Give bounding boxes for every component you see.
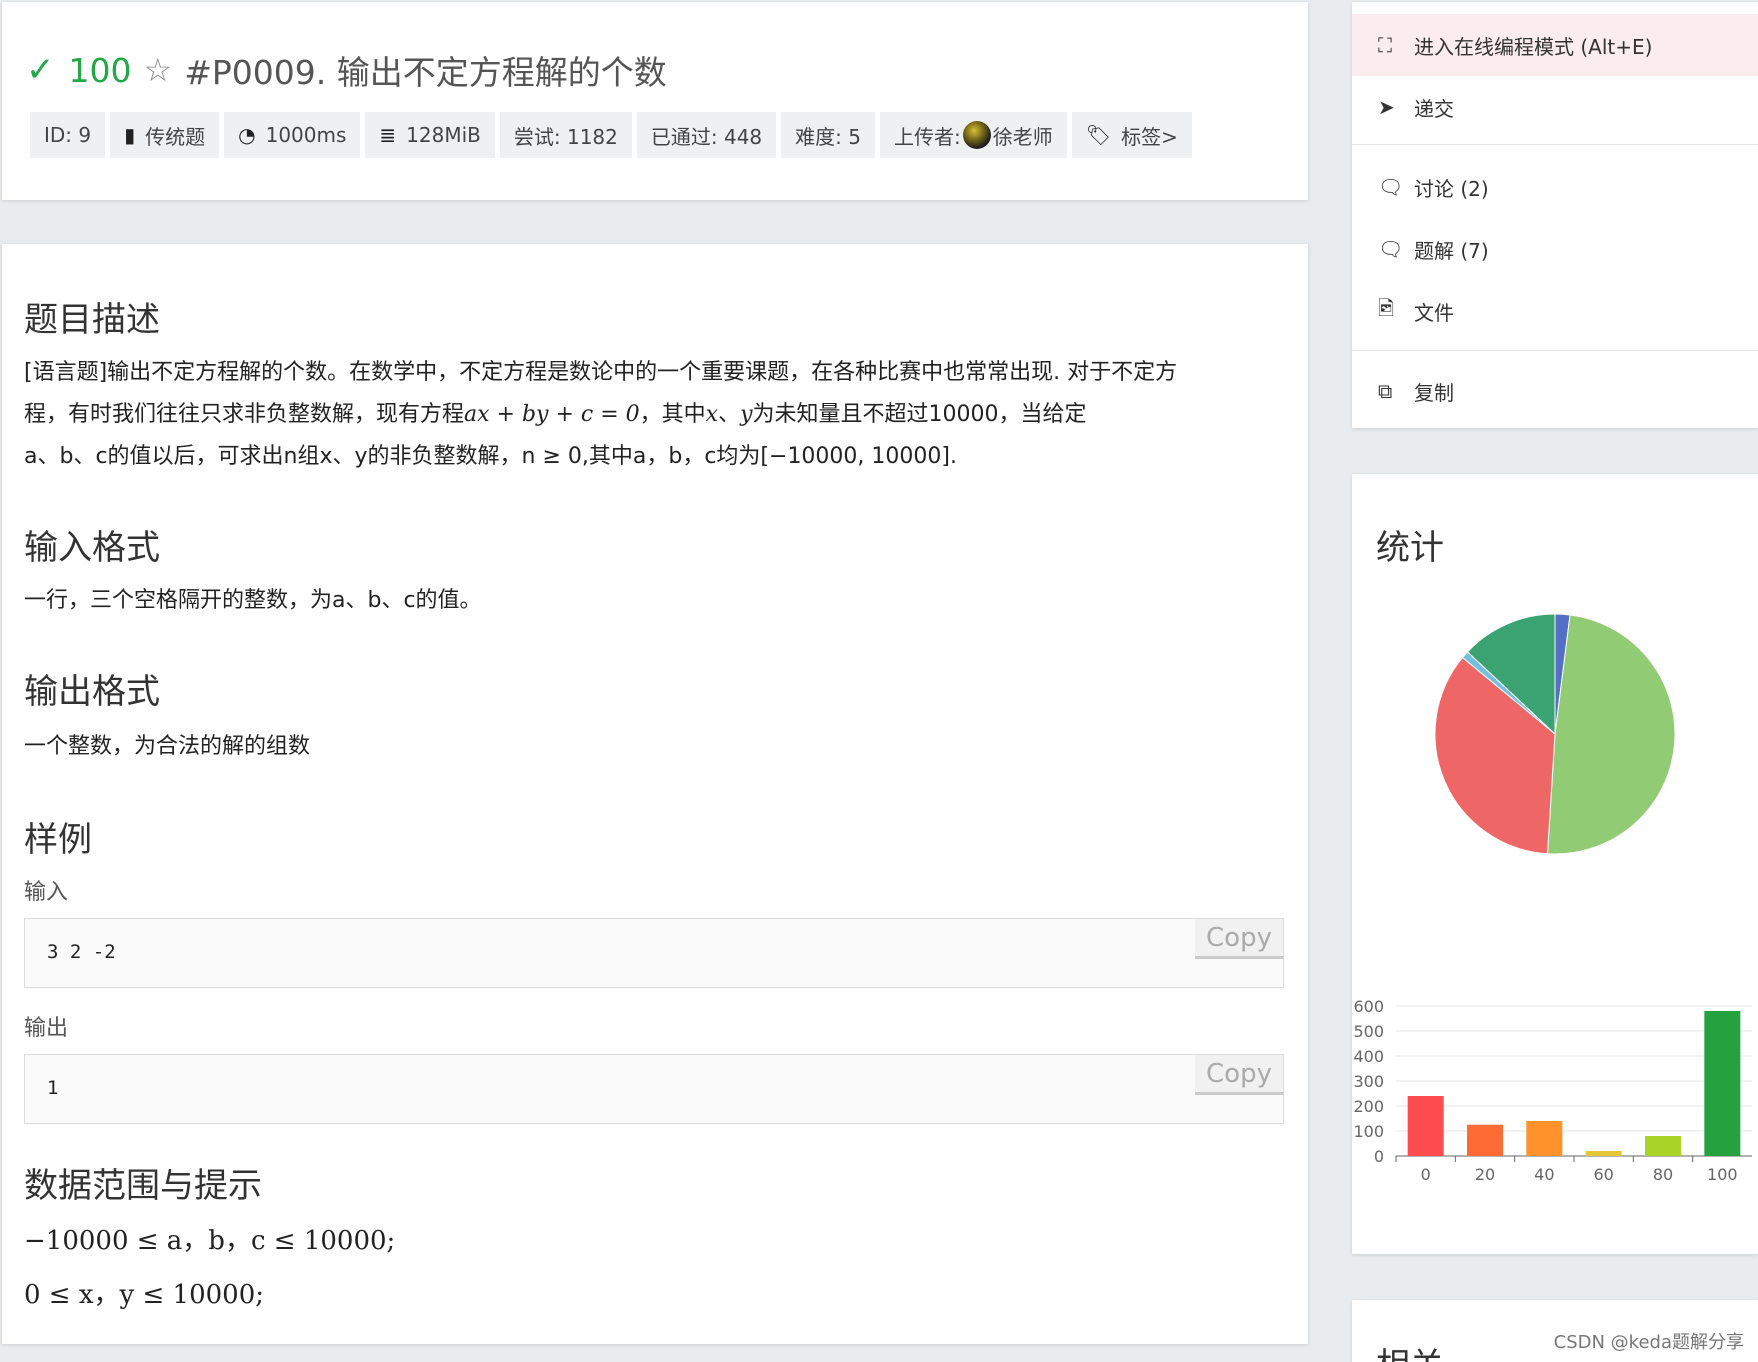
book-icon: ▮ (124, 123, 136, 147)
comment-icon: 🗨 (1378, 175, 1404, 199)
avatar (962, 121, 991, 149)
problem-content: 题目描述 [语言题]输出不定方程解的个数。在数学中，不定方程是数论中的一个重要课… (2, 244, 1308, 1344)
menu-solutions[interactable]: 🗨 题解 (7) (1352, 218, 1758, 280)
check-icon: ✓ (26, 50, 55, 90)
menu-submit[interactable]: ➤ 递交 (1352, 76, 1758, 138)
bar[interactable] (1585, 1151, 1622, 1156)
copy-button[interactable]: Copy (1195, 919, 1283, 959)
sample-output-box: 1 Copy (24, 1054, 1284, 1124)
meta-difficulty: 难度: 5 (781, 112, 875, 158)
bar[interactable] (1645, 1136, 1681, 1156)
x-tick-label: 60 (1593, 1165, 1613, 1184)
y-tick-label: 0 (1374, 1147, 1384, 1166)
menu-divider (1352, 350, 1758, 351)
desc-line-1: [语言题]输出不定方程解的个数。在数学中，不定方程是数论中的一个重要课题，在各种… (24, 360, 1178, 385)
x-tick-label: 0 (1421, 1165, 1431, 1184)
meta-id: ID: 9 (30, 112, 106, 158)
menu-copy[interactable]: ⧉ 复制 (1352, 360, 1758, 422)
meta-memory-limit: ≣ 128MiB (365, 112, 495, 158)
sample-output-code: 1 (47, 1077, 59, 1099)
sample-input-code: 3 2 -2 (47, 941, 116, 963)
range-line-1: −10000 ≤ a，b，c ≤ 10000; (24, 1226, 396, 1256)
problem-sidebar-menu: ⛶ 进入在线编程模式 (Alt+E) ➤ 递交 🗨 讨论 (2) 🗨 题解 (7) 🖻 文… (1352, 2, 1758, 428)
desc-line-2: 程，有时我们往往只求非负整数解，现有方程ax + by + c = 0，其中x、… (24, 402, 1087, 427)
meta-tags[interactable]: 🏷 标签> (1071, 112, 1192, 158)
y-tick-label: 200 (1353, 1097, 1384, 1116)
y-tick-label: 400 (1353, 1047, 1384, 1066)
y-tick-label: 600 (1353, 997, 1384, 1016)
range-line-2: 0 ≤ x，y ≤ 10000; (24, 1280, 264, 1310)
x-tick-label: 80 (1653, 1165, 1673, 1184)
input-format-text: 一行，三个空格隔开的整数，为a、b、c的值。 (24, 588, 482, 613)
menu-files[interactable]: 🖻 文件 (1352, 280, 1758, 342)
menu-discussion[interactable]: 🗨 讨论 (2) (1352, 156, 1758, 218)
problem-meta: ID: 9 ▮ 传统题 ◔ 1000ms ≣ 128MiB 尝试: 1182 已通过:… (30, 112, 1192, 158)
copy-icon: ⧉ (1378, 379, 1393, 403)
y-tick-label: 300 (1353, 1072, 1384, 1091)
problem-header: ✓ 100 ☆ #P0009. 输出不定方程解的个数 ID: 9 ▮ 传统题 ◔ 1… (2, 2, 1308, 200)
meta-passed: 已通过: 448 (636, 112, 777, 158)
meta-time-limit: ◔ 1000ms (224, 112, 361, 158)
bar[interactable] (1526, 1121, 1563, 1156)
output-format-text: 一个整数，为合法的解的组数 (24, 734, 311, 759)
desc-line-3: a、b、c的值以后，可求出n组x、y的非负整数解，n ≥ 0,其中a，b，c均为… (24, 444, 957, 469)
meta-attempts: 尝试: 1182 (499, 112, 632, 158)
memory-icon: ≣ (379, 123, 397, 147)
expand-icon: ⛶ (1378, 33, 1392, 57)
menu-divider (1352, 144, 1758, 145)
problem-title-row: ✓ 100 ☆ #P0009. 输出不定方程解的个数 (26, 46, 667, 94)
send-icon: ➤ (1378, 95, 1395, 119)
copy-button[interactable]: Copy (1195, 1055, 1283, 1095)
star-icon[interactable]: ☆ (144, 51, 173, 89)
stats-title: 统计 (1376, 528, 1444, 568)
output-format-heading: 输出格式 (24, 672, 160, 712)
meta-type: ▮ 传统题 (110, 112, 220, 158)
y-tick-label: 100 (1353, 1122, 1384, 1141)
x-tick-label: 100 (1707, 1165, 1738, 1184)
tag-icon: 🏷 (1085, 123, 1112, 147)
bar-chart: 0 100 200 300 400 500 600 0 20 40 60 80 100 (1353, 997, 1752, 1184)
input-format-heading: 输入格式 (24, 528, 160, 568)
file-image-icon: 🖻 (1378, 296, 1395, 320)
sample-input-box: 3 2 -2 Copy (24, 918, 1284, 988)
watermark: CSDN @keda题解分享 (1553, 1332, 1744, 1353)
desc-heading: 题目描述 (24, 300, 160, 340)
sample-output-label: 输出 (24, 1016, 69, 1041)
related-title: 相关 (1376, 1338, 1444, 1362)
bar[interactable] (1407, 1096, 1444, 1156)
meta-uploader[interactable]: 上传者: 徐老师 (880, 112, 1067, 158)
x-tick-label: 40 (1534, 1165, 1554, 1184)
pie-chart (1434, 613, 1676, 855)
sample-heading: 样例 (24, 820, 92, 860)
menu-online-coding[interactable]: ⛶ 进入在线编程模式 (Alt+E) (1352, 14, 1758, 76)
pie-slice[interactable] (1546, 614, 1676, 855)
stats-card: 统计 0 100 200 300 400 500 600 0 20 40 60 80 100 (1352, 474, 1758, 1254)
bar[interactable] (1467, 1124, 1503, 1156)
problem-score[interactable]: 100 (69, 51, 132, 90)
sample-input-label: 输入 (24, 880, 69, 905)
comment-icon: 🗨 (1378, 237, 1404, 261)
range-heading: 数据范围与提示 (24, 1166, 262, 1206)
y-tick-label: 500 (1353, 1022, 1384, 1041)
bar[interactable] (1704, 1011, 1741, 1156)
problem-title: #P0009. 输出不定方程解的个数 (184, 53, 667, 92)
stopwatch-icon: ◔ (238, 123, 256, 147)
x-tick-label: 20 (1475, 1165, 1495, 1184)
